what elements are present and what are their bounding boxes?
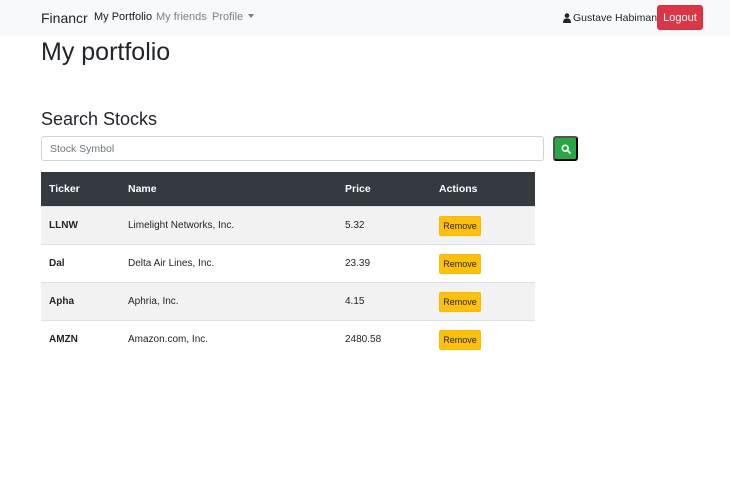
table-row: LLNW Limelight Networks, Inc. 5.32 Remov… [41, 205, 535, 244]
nav-profile-dropdown[interactable]: Profile [212, 11, 255, 23]
ticker-cell: LLNW [41, 205, 120, 244]
name-cell: Amazon.com, Inc. [120, 319, 337, 358]
stock-symbol-input[interactable] [41, 136, 544, 161]
actions-cell: Remove [431, 205, 535, 244]
name-cell: Delta Air Lines, Inc. [120, 243, 337, 282]
price-cell: 4.15 [337, 281, 431, 320]
column-header-name: Name [120, 172, 337, 206]
remove-button[interactable]: Remove [439, 216, 481, 236]
search-section-title: Search Stocks [41, 109, 158, 129]
brand-logo[interactable]: Financr [41, 10, 88, 26]
actions-cell: Remove [431, 319, 535, 358]
logout-button[interactable]: Logout [657, 5, 703, 30]
chevron-down-icon [248, 14, 255, 18]
table-row: AMZN Amazon.com, Inc. 2480.58 Remove [41, 319, 535, 358]
ticker-cell: Dal [41, 243, 120, 282]
table-row: Apha Aphria, Inc. 4.15 Remove [41, 281, 535, 320]
table-row: Dal Delta Air Lines, Inc. 23.39 Remove [41, 243, 535, 282]
user-icon [563, 13, 571, 23]
search-icon [560, 143, 571, 154]
price-cell: 23.39 [337, 243, 431, 282]
actions-cell: Remove [431, 281, 535, 320]
name-cell: Aphria, Inc. [120, 281, 337, 320]
navbar: Financr My Portfolio My friends Profile … [0, 0, 730, 36]
remove-button[interactable]: Remove [439, 330, 481, 351]
column-header-price: Price [337, 172, 431, 206]
price-cell: 5.32 [337, 205, 431, 244]
remove-button[interactable]: Remove [439, 254, 481, 274]
price-cell: 2480.58 [337, 319, 431, 358]
user-name: Gustave Habimana [573, 12, 663, 24]
actions-cell: Remove [431, 243, 535, 282]
column-header-actions: Actions [431, 172, 535, 206]
nav-profile-label: Profile [212, 11, 244, 23]
remove-button[interactable]: Remove [439, 292, 481, 312]
portfolio-table: Ticker Name Price Actions LLNW Limelight… [41, 172, 535, 358]
nav-my-portfolio[interactable]: My Portfolio [94, 11, 152, 23]
table-header: Ticker Name Price Actions [41, 172, 535, 206]
user-info: Gustave Habimana [563, 12, 663, 24]
ticker-cell: Apha [41, 281, 120, 320]
column-header-ticker: Ticker [41, 172, 120, 206]
ticker-cell: AMZN [41, 319, 120, 358]
name-cell: Limelight Networks, Inc. [120, 205, 337, 244]
search-button[interactable] [553, 136, 578, 161]
page-title: My portfolio [41, 38, 171, 66]
nav-my-friends[interactable]: My friends [156, 11, 207, 23]
